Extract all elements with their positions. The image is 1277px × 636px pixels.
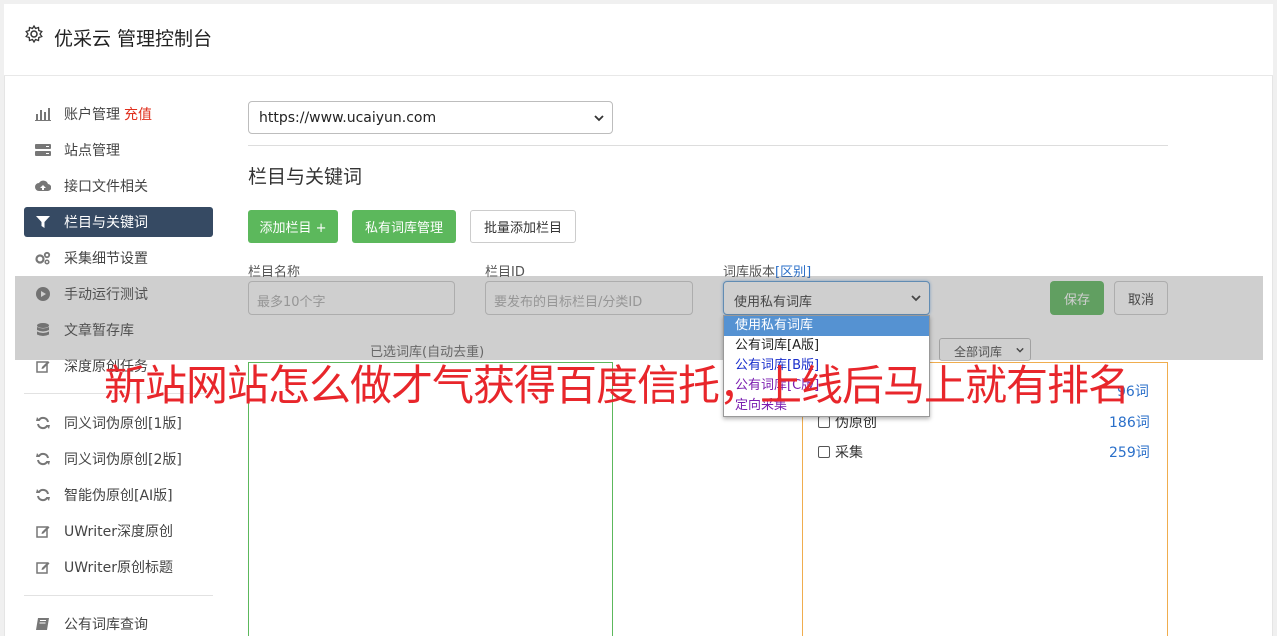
- sidebar-item-label: 采集细节设置: [64, 251, 148, 267]
- refresh-icon: [35, 415, 51, 431]
- sidebar-item-uwriter-deep[interactable]: UWriter深度原创: [24, 516, 213, 546]
- sidebar-item-account[interactable]: 账户管理 充值: [24, 99, 213, 129]
- server-icon: [35, 142, 51, 158]
- app-title: 优采云 管理控制台: [54, 28, 213, 50]
- refresh-icon: [35, 487, 51, 503]
- overlay-banner-text: 新站网站怎么做才气获得百度信托，上线后马上就有排名: [104, 361, 1130, 410]
- private-lib-button[interactable]: 私有词库管理: [352, 210, 456, 243]
- site-select[interactable]: https://www.ucaiyun.com: [248, 101, 613, 134]
- library-item[interactable]: 采集: [818, 442, 863, 462]
- sidebar-item-interface[interactable]: 接口文件相关: [24, 171, 213, 201]
- recharge-link[interactable]: 充值: [124, 104, 152, 124]
- sidebar-item-label: 账户管理: [64, 107, 120, 123]
- sidebar-item-label: 站点管理: [64, 143, 120, 159]
- divider: [248, 145, 1168, 146]
- library-name: 采集: [835, 445, 863, 461]
- page-header: 优采云 管理控制台: [4, 4, 1273, 76]
- sidebar-item-synonym-v2[interactable]: 同义词伪原创[2版]: [24, 444, 213, 474]
- dropdown-option[interactable]: 使用私有词库: [724, 316, 929, 336]
- checkbox[interactable]: [818, 446, 830, 458]
- sidebar-item-public-lib[interactable]: 公有词库查询: [24, 609, 213, 636]
- sidebar-item-label: 公有词库查询: [64, 617, 148, 633]
- library-word-count: 186词: [1109, 415, 1150, 431]
- section-title: 栏目与关键词: [248, 166, 363, 188]
- cloud-upload-icon: [35, 178, 51, 194]
- sidebar-item-uwriter-title[interactable]: UWriter原创标题: [24, 552, 213, 582]
- gray-overlay-band: [15, 276, 1263, 360]
- gear-icon: [24, 24, 44, 44]
- library-word-count: 259词: [1109, 445, 1150, 461]
- sidebar-item-label: 智能伪原创[AI版]: [64, 488, 173, 504]
- sidebar-item-label: 栏目与关键词: [64, 215, 148, 231]
- sidebar-item-label: 接口文件相关: [64, 179, 148, 195]
- refresh-icon: [35, 451, 51, 467]
- checkbox[interactable]: [818, 416, 830, 428]
- filter-icon: [35, 214, 51, 230]
- sidebar-item-label: 同义词伪原创[2版]: [64, 452, 182, 468]
- sidebar-item-label: 同义词伪原创[1版]: [64, 416, 182, 432]
- batch-add-button[interactable]: 批量添加栏目: [470, 210, 576, 243]
- sidebar-item-label: UWriter深度原创: [64, 524, 173, 540]
- chevron-down-icon: [594, 115, 604, 122]
- edit-icon: [35, 559, 51, 575]
- cogs-icon: [35, 250, 51, 266]
- sidebar-divider: [24, 595, 213, 596]
- sidebar-item-collect-settings[interactable]: 采集细节设置: [24, 243, 213, 273]
- sidebar-item-columns[interactable]: 栏目与关键词: [24, 207, 213, 237]
- bar-chart-icon: [35, 106, 51, 122]
- add-column-button[interactable]: 添加栏目 +: [248, 210, 338, 243]
- edit-icon: [35, 358, 51, 374]
- sidebar-item-sites[interactable]: 站点管理: [24, 135, 213, 165]
- site-select-value: https://www.ucaiyun.com: [259, 110, 437, 126]
- edit-icon: [35, 523, 51, 539]
- sidebar-item-ai-rewrite[interactable]: 智能伪原创[AI版]: [24, 480, 213, 510]
- sidebar-item-label: UWriter原创标题: [64, 560, 173, 576]
- book-icon: [35, 616, 51, 632]
